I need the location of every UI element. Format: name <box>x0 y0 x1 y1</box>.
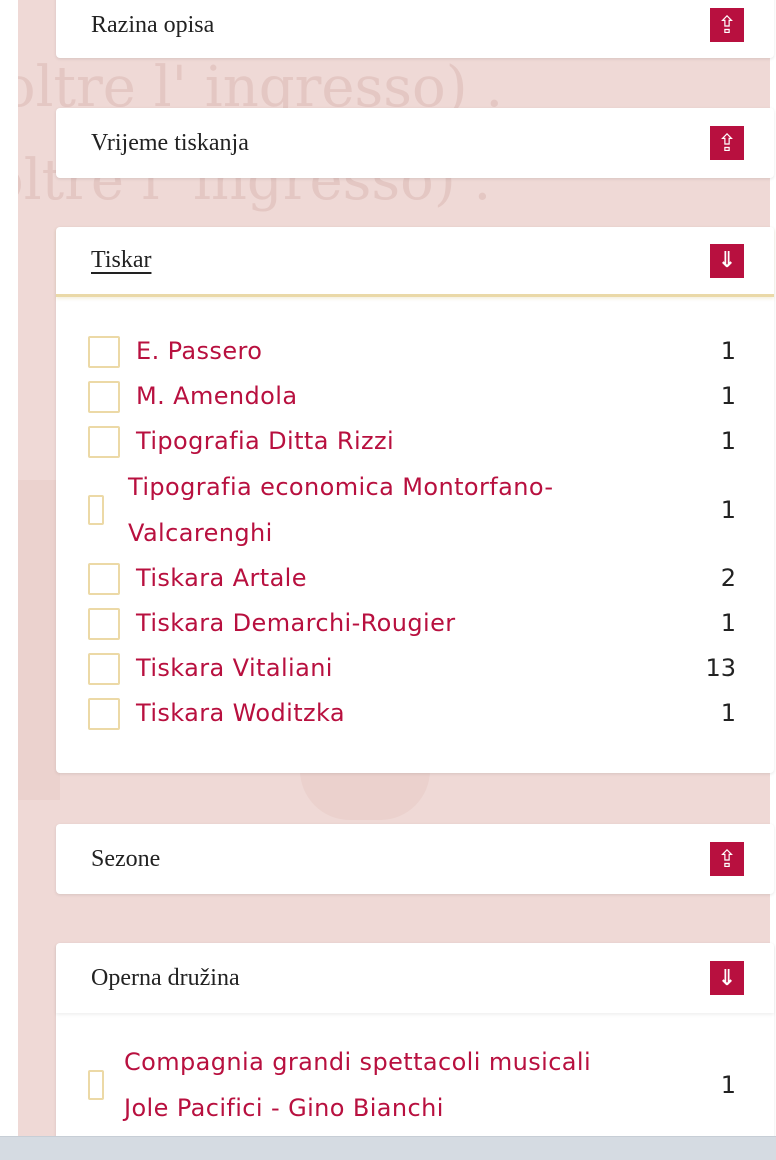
facet-item-count: 1 <box>720 1070 736 1099</box>
expand-toggle-icon[interactable]: ⇪ <box>710 8 744 42</box>
facet-item[interactable]: Tiskara Vitaliani 13 <box>88 646 736 691</box>
facet-item[interactable]: Tipografia Ditta Rizzi 1 <box>88 419 736 464</box>
expand-toggle-icon[interactable]: ⇪ <box>710 126 744 160</box>
expand-toggle-icon[interactable]: ⇪ <box>710 842 744 876</box>
facet-title: Operna družina <box>91 964 240 991</box>
facet-item-count: 1 <box>720 427 736 455</box>
facet-item-label-line: Compagnia grandi spettacoli musicali <box>124 1048 592 1076</box>
facet-item-label[interactable]: Tiskara Demarchi-Rougier <box>136 601 696 646</box>
facet-checkbox[interactable] <box>88 380 120 413</box>
facet-item-label[interactable]: Tipografia economica Montorfano- Valcare… <box>128 464 696 556</box>
browser-bottom-bar <box>0 1136 776 1160</box>
facet-list-tiskar: E. Passero 1 M. Amendola 1 Tipografia Di… <box>56 297 774 760</box>
facet-item-count: 2 <box>720 564 736 592</box>
facet-item-label[interactable]: Tiskara Artale <box>136 556 696 601</box>
facet-title: Tiskar <box>91 247 152 273</box>
facet-panel-operna-druzina: Operna družina ⇓ Compagnia grandi spetta… <box>56 943 774 1143</box>
collapse-toggle-icon[interactable]: ⇓ <box>710 243 744 278</box>
facet-item-count: 1 <box>720 609 736 637</box>
facet-header-vrijeme-tiskanja[interactable]: Vrijeme tiskanja ⇪ <box>56 108 774 178</box>
facet-item[interactable]: Tipografia economica Montorfano- Valcare… <box>88 464 736 556</box>
facet-checkbox[interactable] <box>88 697 120 730</box>
facet-item-label[interactable]: Compagnia grandi spettacoli musicali Jol… <box>124 1039 696 1131</box>
collapse-toggle-icon[interactable]: ⇓ <box>710 961 744 995</box>
facet-title: Vrijeme tiskanja <box>91 129 249 156</box>
facet-panel-sezone: Sezone ⇪ <box>56 824 774 894</box>
facet-checkbox[interactable] <box>88 425 120 458</box>
facet-panel-razina-opisa: Razina opisa ⇪ <box>56 0 774 58</box>
facet-item-count: 13 <box>705 654 736 682</box>
facet-item-label-line: Valcarenghi <box>128 519 273 547</box>
facet-checkbox[interactable] <box>88 562 120 595</box>
facet-list-operna-druzina: Compagnia grandi spettacoli musicali Jol… <box>56 1013 774 1155</box>
facet-item-count: 1 <box>720 337 736 365</box>
facet-item-label[interactable]: Tipografia Ditta Rizzi <box>136 419 696 464</box>
background-decoration <box>300 770 430 820</box>
facet-item-label[interactable]: Tiskara Vitaliani <box>136 646 696 691</box>
facet-item-label-line: Jole Pacifici - Gino Bianchi <box>124 1094 444 1122</box>
facet-item-label-line: Tipografia economica Montorfano- <box>128 473 554 501</box>
facet-header-tiskar[interactable]: Tiskar ⇓ <box>56 227 774 297</box>
facet-checkbox[interactable] <box>88 607 120 640</box>
facet-panel-tiskar: Tiskar ⇓ E. Passero 1 M. Amendola 1 Tipo… <box>56 227 774 773</box>
facet-item-count: 1 <box>720 382 736 410</box>
facet-title: Sezone <box>91 845 161 872</box>
facet-title: Razina opisa <box>91 11 215 38</box>
facet-header-sezone[interactable]: Sezone ⇪ <box>56 824 774 894</box>
facet-checkbox[interactable] <box>88 1070 104 1100</box>
facet-item[interactable]: Tiskara Artale 2 <box>88 556 736 601</box>
facet-item-label[interactable]: E. Passero <box>136 329 696 374</box>
facet-item[interactable]: M. Amendola 1 <box>88 374 736 419</box>
left-margin <box>0 0 18 1160</box>
facet-item-label[interactable]: Tiskara Woditzka <box>136 691 696 736</box>
facet-item-count: 1 <box>720 699 736 727</box>
facet-item[interactable]: Tiskara Woditzka 1 <box>88 691 736 736</box>
facet-item-count: 1 <box>720 495 736 524</box>
facet-item[interactable]: Compagnia grandi spettacoli musicali Jol… <box>88 1039 736 1131</box>
facet-item[interactable]: Tiskara Demarchi-Rougier 1 <box>88 601 736 646</box>
facet-item-label[interactable]: M. Amendola <box>136 374 696 419</box>
facet-checkbox[interactable] <box>88 652 120 685</box>
facet-header-razina-opisa[interactable]: Razina opisa ⇪ <box>56 0 774 58</box>
facet-item[interactable]: E. Passero 1 <box>88 329 736 374</box>
facet-checkbox[interactable] <box>88 495 104 525</box>
facet-checkbox[interactable] <box>88 335 120 368</box>
facet-panel-vrijeme-tiskanja: Vrijeme tiskanja ⇪ <box>56 108 774 178</box>
facet-header-operna-druzina[interactable]: Operna družina ⇓ <box>56 943 774 1013</box>
